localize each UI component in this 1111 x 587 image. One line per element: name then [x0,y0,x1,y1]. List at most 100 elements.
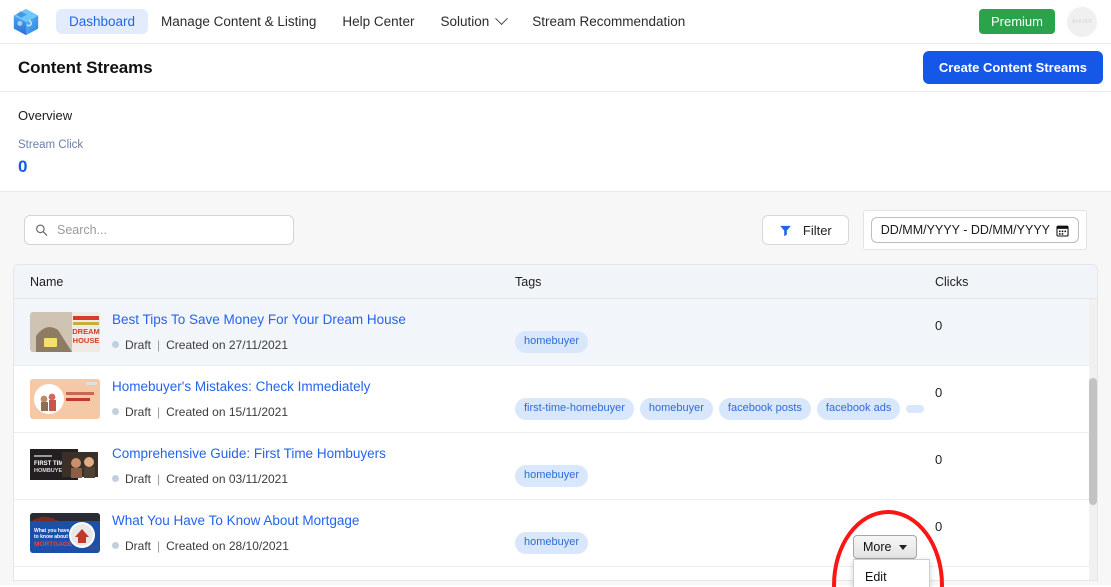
page-title: Content Streams [18,57,153,77]
table-row[interactable]: Homebuyer's Mistakes: Check Immediately … [14,366,1097,433]
nav-item-help-center[interactable]: Help Center [329,9,427,35]
svg-text:MORTGAGE: MORTGAGE [34,541,73,548]
filter-button[interactable]: Filter [761,215,849,245]
app-logo[interactable] [8,4,44,40]
tag-chip[interactable]: homebuyer [639,398,713,420]
nav-item-solution[interactable]: Solution [427,9,519,35]
row-meta: Best Tips To Save Money For Your Dream H… [112,312,406,352]
calendar-icon [1056,225,1069,237]
table-row[interactable]: FIRST TIME HOMBUYERS Comprehensive Guide… [14,433,1097,500]
nav-label: Manage Content & Listing [161,13,317,29]
table-row[interactable]: DREAM HOUSE Best Tips To Save Money For … [14,299,1097,366]
tag-chip[interactable]: first-time-homebuyer [515,398,634,420]
search-box [24,215,294,245]
thumbnail-image-icon: DREAM HOUSE [30,312,100,352]
thumbnail: FIRST TIME HOMBUYERS [30,446,100,486]
tag-chip[interactable] [906,405,925,413]
tag-chip[interactable]: facebook ads [816,398,901,420]
row-status-line: Draft | Created on 15/11/2021 [112,405,370,419]
row-created: Created on 15/11/2021 [166,404,289,419]
row-tags-cell: homebuyer [515,433,935,499]
row-name-cell: What you have to know about MORTGAGE Wha… [30,513,515,553]
row-clicks-cell: 0 [935,452,943,467]
row-tags-cell: first-time-homebuyer homebuyer facebook … [515,366,935,432]
row-title-link[interactable]: Comprehensive Guide: First Time Hombuyer… [112,446,386,463]
cube-logo-icon [13,8,39,35]
menu-item-edit[interactable]: Edit [854,564,929,587]
content-streams-panel: Filter DD/MM/YYYY - DD/MM/YYYY Name Tag [0,191,1111,587]
thumbnail-image-icon [30,379,100,419]
thumbnail-image-icon: What you have to know about MORTGAGE [30,513,100,553]
table-body-inner: Draft | Created on 28/11/2021 [14,299,1097,567]
top-navigation-bar: Dashboard Manage Content & Listing Help … [0,0,1111,44]
row-title-link[interactable]: Homebuyer's Mistakes: Check Immediately [112,379,370,396]
row-title-link[interactable]: Best Tips To Save Money For Your Dream H… [112,312,406,329]
row-meta: Comprehensive Guide: First Time Hombuyer… [112,446,386,486]
row-tags-cell: homebuyer [515,299,935,365]
row-name-cell: DREAM HOUSE Best Tips To Save Money For … [30,312,515,352]
column-header-tags: Tags [515,274,542,289]
row-status: Draft [125,538,152,553]
nav-item-manage-content-listing[interactable]: Manage Content & Listing [148,9,329,35]
filter-funnel-icon [780,225,791,236]
more-button[interactable]: More [853,535,918,559]
status-dot-icon [112,408,119,416]
table-toolbar: Filter DD/MM/YYYY - DD/MM/YYYY [13,192,1098,264]
row-status-line: Draft | Created on 27/11/2021 [112,338,406,352]
svg-text:DREAM: DREAM [72,327,100,336]
scrollbar-thumb[interactable] [1089,377,1097,505]
row-status-line: Draft | Created on 28/10/2021 [112,539,359,553]
svg-text:HOUSE: HOUSE [73,336,100,345]
row-status: Draft [125,337,152,352]
row-created: Created on 27/11/2021 [166,337,289,352]
nav-item-stream-recommendation[interactable]: Stream Recommendation [519,9,698,35]
row-clicks-cell: 0 [935,519,943,534]
date-range-value: DD/MM/YYYY - DD/MM/YYYY [880,223,1050,237]
page-header: Content Streams Create Content Streams [0,44,1111,92]
table-header-row: Name Tags Clicks [14,265,1097,299]
row-status-line: Draft | Created on 03/11/2021 [112,472,386,486]
nav-item-dashboard[interactable]: Dashboard [56,8,149,35]
row-created: Created on 28/10/2021 [166,538,289,553]
row-created: Created on 03/11/2021 [166,471,289,486]
table-vertical-scrollbar[interactable] [1089,299,1097,580]
tag-chip[interactable]: homebuyer [515,465,589,487]
more-button-label: More [863,540,892,554]
row-title-link[interactable]: What You Have To Know About Mortgage [112,513,359,530]
tag-chip[interactable]: homebuyer [515,532,589,554]
nav-label: Help Center [342,13,415,29]
column-header-name: Name [30,274,64,289]
row-separator: | [157,471,161,486]
nav-items: Dashboard Manage Content & Listing Help … [56,8,698,35]
row-clicks-cell: 0 [935,385,943,400]
status-dot-icon [112,542,119,550]
date-range-picker[interactable]: DD/MM/YYYY - DD/MM/YYYY [870,217,1079,243]
overview-section: Overview Stream Click 0 [0,92,1111,191]
row-clicks-cell: 0 [935,318,943,333]
more-actions-dropdown: More Edit Duplicate Publish Delete [853,535,931,587]
stream-click-label: Stream Click [18,139,84,151]
avatar-label: AVATAR [1071,18,1093,25]
avatar[interactable]: AVATAR [1067,6,1097,37]
nav-label: Stream Recommendation [532,13,686,29]
thumbnail: What you have to know about MORTGAGE [30,513,100,553]
more-menu: Edit Duplicate Publish Delete [853,559,931,587]
nav-label: Dashboard [69,13,136,29]
thumbnail-image-icon: FIRST TIME HOMBUYERS [30,446,100,486]
row-separator: | [157,337,161,352]
row-separator: | [157,538,161,553]
premium-badge[interactable]: Premium [978,8,1055,35]
status-dot-icon [112,475,119,483]
date-range-wrapper: DD/MM/YYYY - DD/MM/YYYY [862,210,1087,250]
table-row[interactable]: What you have to know about MORTGAGE Wha… [14,500,1097,567]
create-content-streams-button[interactable]: Create Content Streams [922,51,1103,84]
search-input[interactable] [24,215,294,245]
tag-chip[interactable]: homebuyer [515,331,589,353]
row-name-cell: FIRST TIME HOMBUYERS Comprehensive Guide… [30,446,515,486]
table-body: Draft | Created on 28/11/2021 [14,299,1097,580]
tag-chip[interactable]: facebook posts [718,398,811,420]
caret-down-icon [899,544,908,550]
thumbnail: DREAM HOUSE [30,312,100,352]
svg-text:to know about: to know about [34,534,68,540]
status-dot-icon [112,341,119,349]
